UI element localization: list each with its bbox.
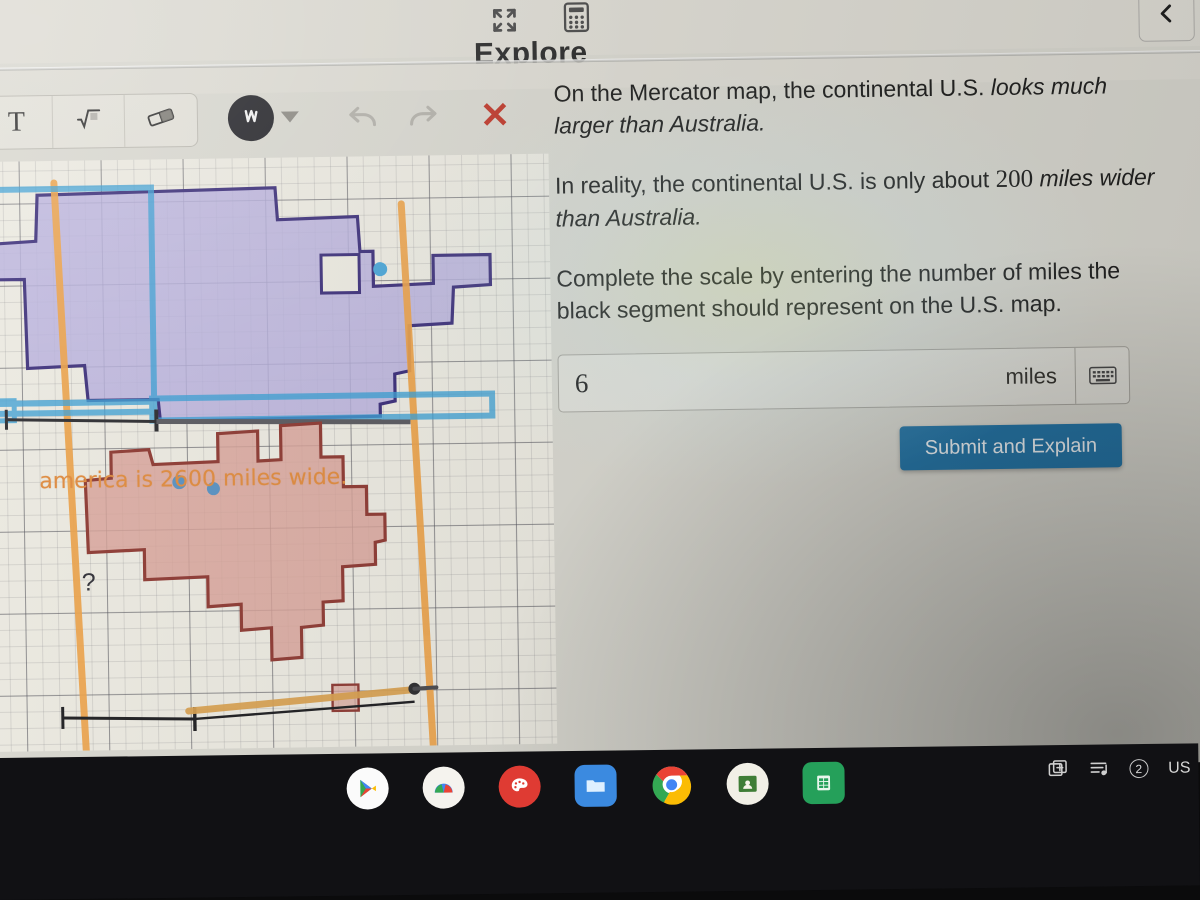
expand-arrows-icon[interactable] xyxy=(489,5,519,35)
photographed-screen: Explore T ✕ america is 2600 miles wide. … xyxy=(0,0,1200,900)
chromeos-shelf: 2 US xyxy=(0,743,1200,900)
notification-count-badge[interactable]: 2 xyxy=(1129,758,1149,779)
orange-scale-arrow xyxy=(185,682,439,715)
us-map-shape xyxy=(0,186,493,424)
files-folder-icon[interactable] xyxy=(574,764,617,807)
notification-list-icon[interactable] xyxy=(1088,758,1109,779)
answer-field-row[interactable]: miles xyxy=(557,346,1131,413)
scribble-icon xyxy=(239,103,263,132)
drawing-toolbar: T ✕ xyxy=(0,88,548,156)
paragraph-2-number: 200 xyxy=(995,165,1034,194)
answer-input[interactable] xyxy=(558,349,996,412)
problem-paragraph-3: Complete the scale by entering the numbe… xyxy=(556,257,1121,324)
drag-handle-dot xyxy=(373,262,388,277)
sheets-icon[interactable] xyxy=(802,761,845,805)
freehand-draw-tool-button[interactable] xyxy=(227,94,275,142)
chrome-icon[interactable] xyxy=(650,764,693,807)
text-tool-button[interactable]: T xyxy=(0,96,54,150)
keyboard-icon[interactable] xyxy=(1074,347,1130,404)
radical-icon xyxy=(75,106,101,136)
redo-button[interactable] xyxy=(406,103,440,137)
black-segment-left xyxy=(6,418,157,424)
paragraph-1-text-a: On the Mercator map, the continental U.S… xyxy=(553,74,991,107)
keyboard-language-label[interactable]: US xyxy=(1168,759,1190,777)
submit-and-explain-button[interactable]: Submit and Explain xyxy=(899,423,1123,471)
play-store-icon[interactable] xyxy=(346,767,389,810)
system-tray[interactable]: 2 US xyxy=(1047,757,1191,780)
pen-options-caret-icon[interactable] xyxy=(280,111,299,123)
australia-map-shape xyxy=(83,421,387,662)
shelf-app-list xyxy=(346,761,845,810)
answer-unit-label: miles xyxy=(1005,363,1058,389)
text-tool-label: T xyxy=(7,106,26,138)
unknown-length-marker: ? xyxy=(81,568,96,597)
paragraph-2-text-a: In reality, the continental U.S. is only… xyxy=(554,166,996,199)
problem-paragraph-1: On the Mercator map, the continental U.S… xyxy=(553,69,1154,142)
eraser-tool-button[interactable] xyxy=(125,94,198,147)
map-graph-canvas[interactable]: america is 2600 miles wide. australia is… xyxy=(0,153,558,753)
app-top-bar: Explore xyxy=(0,0,1200,97)
tool-button-group: T xyxy=(0,92,199,151)
back-button[interactable] xyxy=(1138,0,1195,42)
problem-paragraph-2: In reality, the continental U.S. is only… xyxy=(555,161,1156,235)
problem-pane: On the Mercator map, the continental U.S… xyxy=(553,68,1179,475)
undo-button[interactable] xyxy=(346,104,380,138)
chrome-arc-icon[interactable] xyxy=(422,766,465,809)
math-expression-tool-button[interactable] xyxy=(52,94,126,149)
paint-palette-icon[interactable] xyxy=(498,765,541,808)
screen-capture-icon[interactable] xyxy=(1047,759,1068,780)
map-shapes xyxy=(0,179,496,753)
eraser-icon xyxy=(146,106,176,134)
calculator-icon[interactable] xyxy=(562,1,590,33)
annotation-america: america is 2600 miles wide. xyxy=(39,464,348,495)
close-drawing-button[interactable]: ✕ xyxy=(480,94,511,135)
classroom-icon[interactable] xyxy=(726,762,769,806)
laptop-screen: Explore T ✕ america is 2600 miles wide. … xyxy=(0,0,1200,780)
